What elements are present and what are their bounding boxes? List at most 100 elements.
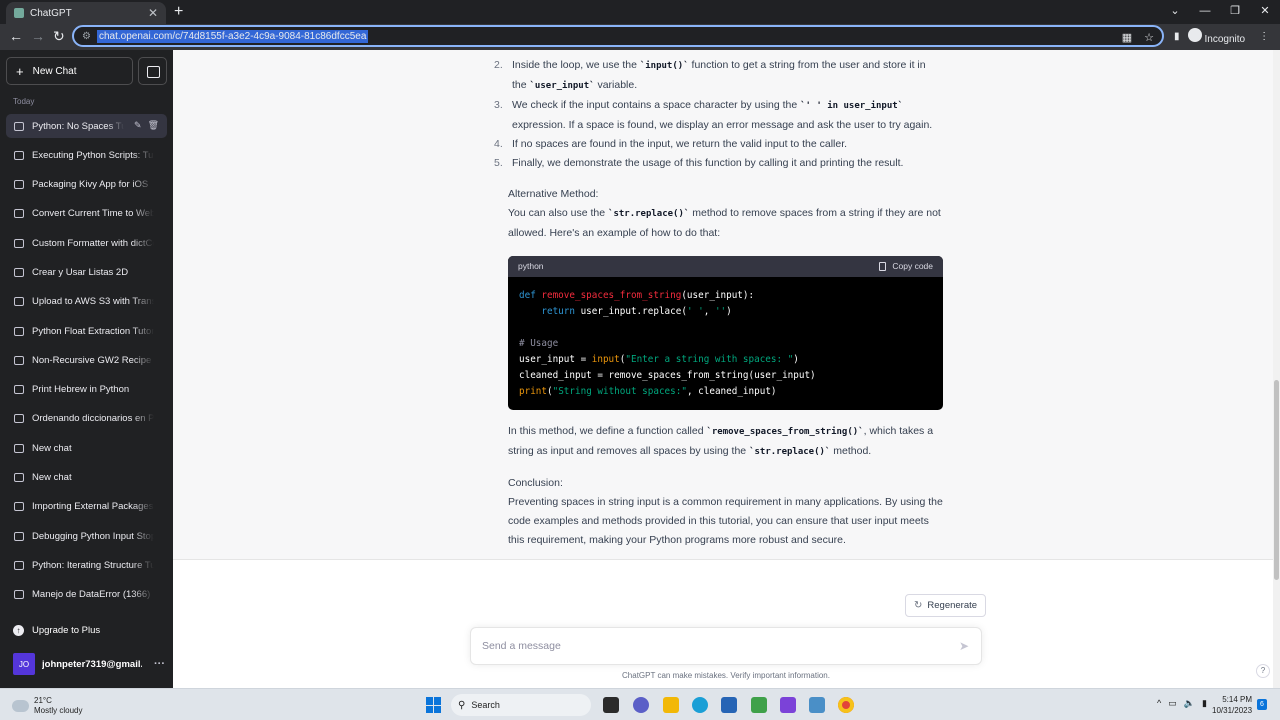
browser-tab-bar: ChatGPT ✕ + ⌄ — ❐ ✕ [0,0,1280,24]
chat-history-item[interactable]: Debugging Python Input Stop [6,524,167,548]
chatgpt-favicon-icon [14,8,24,18]
more-dots-icon[interactable]: ··· [154,658,165,670]
alt-heading: Alternative Method: [508,188,599,200]
chat-bubble-icon [14,180,24,190]
tab-search-icon[interactable]: ⌄ [1160,0,1190,24]
store-icon[interactable] [721,697,737,713]
message-input[interactable]: Send a message ➤ [470,627,982,665]
scrollbar[interactable] [1273,50,1280,688]
teams-chat-icon[interactable] [633,697,649,713]
chrome-icon[interactable] [838,697,854,713]
chat-history-item[interactable]: Python: No Spaces Tutorial ✎ 🗑 [6,114,167,138]
task-view-icon[interactable] [603,697,619,713]
chat-title: Importing External Packages [32,501,154,513]
notepad-icon[interactable] [751,697,767,713]
chat-history-item[interactable]: Ordenando diccionarios en Python [6,407,167,431]
chat-history-item[interactable]: Crear y Usar Listas 2D [6,260,167,284]
network-icon[interactable]: ▭ [1168,698,1177,709]
main-chat-area: 2. Inside the loop, we use the `input()` … [173,50,1280,688]
chat-history-item[interactable]: Convert Current Time to Web [6,202,167,226]
regenerate-button[interactable]: ↻ Regenerate [905,594,987,617]
weather-widget[interactable]: 21°C Mostly cloudy [12,696,82,716]
chat-history-item[interactable]: Python Float Extraction Tutorial [6,319,167,343]
back-icon[interactable]: ← [9,28,23,44]
upgrade-label: Upgrade to Plus [32,625,101,636]
tab-close-icon[interactable]: ✕ [148,6,158,20]
clock-date: 10/31/2023 [1212,706,1253,715]
help-button[interactable]: ? [1256,664,1270,678]
chevron-up-icon[interactable]: ^ [1157,698,1161,709]
chat-history-item[interactable]: Packaging Kivy App for iOS [6,173,167,197]
forward-icon[interactable]: → [31,28,45,44]
address-bar[interactable]: ⚙ chat.openai.com/c/74d8155f-a3e2-4c9a-9… [72,25,1164,47]
send-icon[interactable]: ➤ [959,639,969,653]
close-window-icon[interactable]: ✕ [1250,0,1280,24]
battery-icon[interactable]: ▮ [1202,698,1207,709]
new-chat-button[interactable]: + New Chat [6,57,133,85]
incognito-badge[interactable]: Incognito [1187,28,1245,45]
copy-code-button[interactable]: Copy code [879,257,933,276]
message-content: 2. Inside the loop, we use the `input()` … [494,56,943,550]
chat-history-item[interactable]: Print Hebrew in Python [6,378,167,402]
chat-bubble-icon [14,531,24,541]
clock[interactable]: 5:14 PM 10/31/2023 [1212,694,1252,716]
chat-title: Python Float Extraction Tutorial [32,325,154,337]
minimize-icon[interactable]: — [1190,0,1220,24]
list-item: 2. Inside the loop, we use the `input()` … [494,59,926,91]
new-tab-icon[interactable]: + [174,3,183,21]
chat-history-item[interactable]: Custom Formatter with dictConfig [6,231,167,255]
chat-title: Convert Current Time to Web [32,208,154,220]
regenerate-label: Regenerate [927,600,978,611]
chat-bubble-icon [14,414,24,424]
chat-history-item[interactable]: Manejo de DataError (1366) [6,583,167,607]
volume-icon[interactable]: 🔈 [1184,698,1195,709]
qr-code-icon[interactable]: ▦ [1122,31,1132,44]
plus-icon: + [16,63,24,79]
sidebar: + New Chat Today Python: No Spaces Tutor… [0,50,173,688]
method-paragraph: In this method, we define a function cal… [508,425,934,457]
edit-pencil-icon[interactable]: ✎ [134,120,142,131]
windows-start-icon[interactable] [426,697,442,713]
chat-bubble-icon [14,560,24,570]
photos-icon[interactable] [809,697,825,713]
chat-history-item[interactable]: New chat [6,466,167,490]
search-icon: ⚲ [458,699,466,711]
trash-icon[interactable]: 🗑 [148,120,159,131]
chat-title: Non-Recursive GW2 Recipe [32,354,152,366]
site-info-icon[interactable]: ⚙ [82,31,91,42]
reload-icon[interactable]: ↻ [53,28,65,45]
chat-history-item[interactable]: Importing External Packages [6,495,167,519]
weather-text: Mostly cloudy [34,706,83,715]
chat-history-item[interactable]: Python: Iterating Structure Tutorial [6,553,167,577]
notification-badge[interactable]: 6 [1257,699,1267,710]
file-explorer-icon[interactable] [663,697,679,713]
regenerate-icon: ↻ [914,600,923,611]
chat-bubble-icon [14,267,24,277]
url-text[interactable]: chat.openai.com/c/74d8155f-a3e2-4c9a-908… [96,29,369,43]
restore-icon[interactable]: ❐ [1220,0,1250,24]
browser-tab[interactable]: ChatGPT ✕ [6,2,166,24]
chat-title: Executing Python Scripts: Tutorial [32,149,154,161]
chat-history-item[interactable]: Non-Recursive GW2 Recipe [6,348,167,372]
chat-title: Print Hebrew in Python [32,384,130,396]
windows-taskbar: 21°C Mostly cloudy ⚲ Search ^ ▭ 🔈 ▮ 5:14 … [0,688,1280,720]
chat-history-item[interactable]: Executing Python Scripts: Tutorial [6,143,167,167]
list-item: 3. We check if the input contains a space… [494,99,933,131]
chat-bubble-icon [14,355,24,365]
edge-icon[interactable] [692,697,708,713]
user-menu[interactable]: JO johnpeter7319@gmail.com ··· [13,653,165,675]
bookmark-star-icon[interactable]: ☆ [1144,31,1154,44]
browser-menu-icon[interactable]: ⋮ [1259,31,1269,42]
code-body[interactable]: def remove_spaces_from_string(user_input… [508,277,943,410]
taskbar-search[interactable]: ⚲ Search [451,694,591,716]
upgrade-to-plus-button[interactable]: ↑ Upgrade to Plus [13,625,100,636]
side-panel-icon[interactable]: ▮ [1174,31,1180,42]
chat-title: New chat [32,442,72,454]
scrollbar-thumb[interactable] [1274,380,1279,580]
chat-bubble-icon [14,150,24,160]
vpn-icon[interactable] [780,697,796,713]
user-email: johnpeter7319@gmail.com [42,658,142,670]
chat-history-item[interactable]: New chat [6,436,167,460]
chat-history-item[interactable]: Upload to AWS S3 with Transfer [6,290,167,314]
close-sidebar-button[interactable] [138,57,167,85]
